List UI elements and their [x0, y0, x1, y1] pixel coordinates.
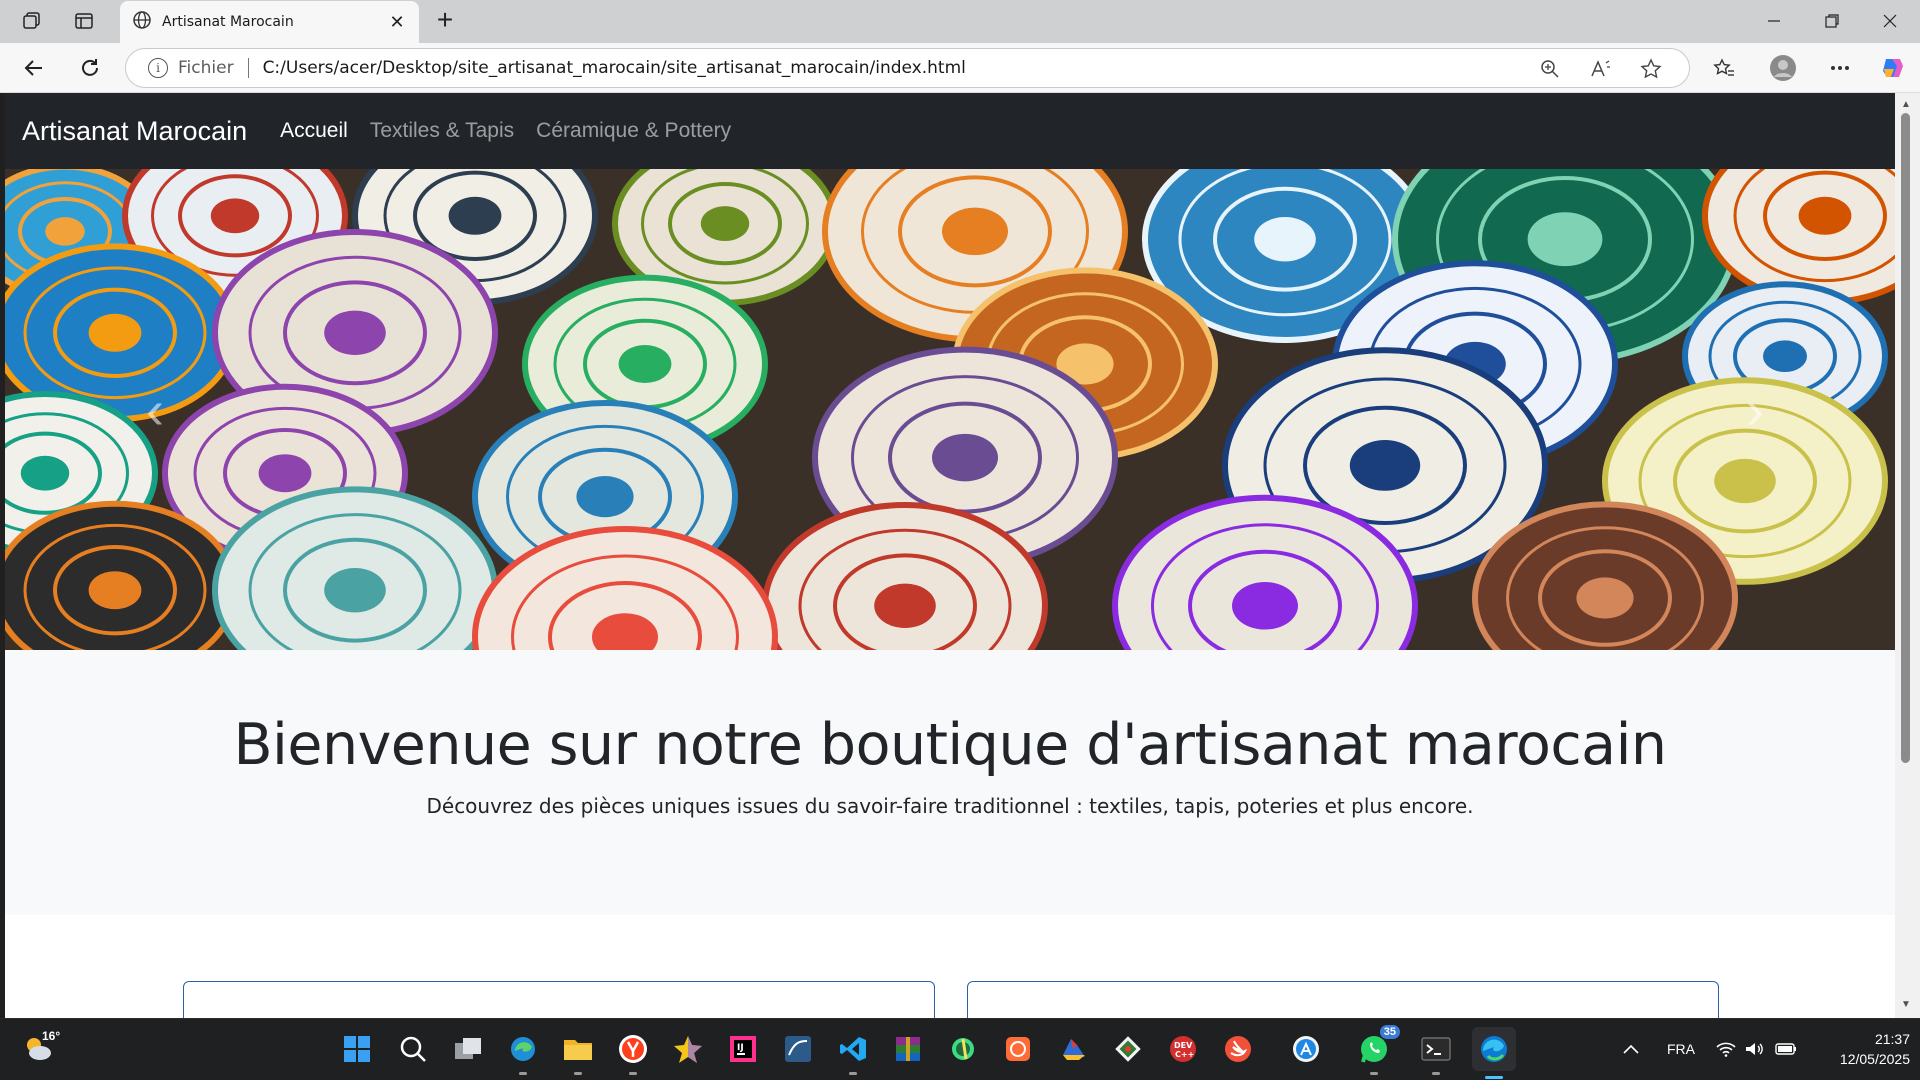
read-aloud-icon[interactable]	[1587, 57, 1615, 81]
windows-taskbar: 16° IJ DEV C++ 35 FRA 21:37 12/05/2025	[0, 1018, 1920, 1080]
minimize-icon[interactable]	[1754, 8, 1794, 34]
address-scheme: Fichier	[178, 58, 234, 78]
carousel-prev-icon: ‹	[146, 379, 164, 440]
battery-icon[interactable]	[1775, 1031, 1797, 1067]
running-indicator	[574, 1072, 582, 1075]
running-indicator	[1485, 1076, 1503, 1079]
address-bar[interactable]: i Fichier C:/Users/acer/Desktop/site_art…	[125, 48, 1690, 88]
browser-toolbar: i Fichier C:/Users/acer/Desktop/site_art…	[0, 43, 1920, 93]
running-indicator	[519, 1072, 527, 1075]
show-hidden-icons-chevron-icon[interactable]	[1623, 1031, 1639, 1067]
file-explorer-icon[interactable]	[560, 1031, 596, 1075]
running-indicator	[849, 1072, 857, 1075]
cloud-app-icon[interactable]	[1055, 1031, 1091, 1067]
intellij-icon[interactable]: IJ	[725, 1031, 761, 1067]
nav-link-ceramique[interactable]: Céramique & Pottery	[536, 119, 731, 143]
browser-tab-active[interactable]: Artisanat Marocain ✕	[120, 1, 419, 43]
vertical-tabs-icon[interactable]	[69, 8, 99, 34]
whatsapp-badge: 35	[1379, 1025, 1400, 1039]
product-card[interactable]	[967, 981, 1719, 1018]
zoom-icon[interactable]	[1536, 57, 1564, 81]
volume-icon[interactable]	[1745, 1031, 1765, 1067]
favorites-icon[interactable]	[1709, 53, 1739, 83]
weather-widget[interactable]: 16°	[22, 1029, 64, 1067]
site-info-icon[interactable]: i	[148, 58, 168, 78]
refresh-icon[interactable]	[75, 53, 105, 83]
search-icon[interactable]	[395, 1031, 431, 1067]
yandex-icon[interactable]	[615, 1031, 651, 1075]
clock-date: 12/05/2025	[1839, 1051, 1910, 1067]
favorite-star-icon[interactable]	[1637, 57, 1665, 81]
globe-icon	[132, 10, 152, 35]
close-tab-icon[interactable]: ✕	[387, 12, 407, 33]
site-navbar: Artisanat Marocain Accueil Textiles & Ta…	[5, 93, 1895, 169]
new-tab-button[interactable]: +	[430, 6, 460, 34]
language-indicator[interactable]: FRA	[1667, 1031, 1695, 1067]
workspaces-icon[interactable]	[17, 8, 47, 34]
postman-icon[interactable]	[1000, 1031, 1036, 1067]
terminal-icon[interactable]	[1418, 1031, 1454, 1075]
app-store-icon[interactable]	[1288, 1031, 1324, 1067]
close-window-icon[interactable]	[1870, 8, 1910, 34]
weather-temp: 16°	[42, 1029, 61, 1043]
system-clock[interactable]: 21:37 12/05/2025	[1812, 1029, 1910, 1069]
svg-text:IJ: IJ	[737, 1043, 744, 1053]
whatsapp-icon[interactable]: 35	[1356, 1025, 1400, 1075]
welcome-title: Bienvenue sur notre boutique d'artisanat…	[233, 712, 1667, 778]
vscode-icon[interactable]	[835, 1031, 871, 1075]
hero-carousel-image: ‹ ›	[5, 169, 1895, 650]
mysql-workbench-icon[interactable]	[780, 1031, 816, 1067]
ceramic-plates-image	[5, 169, 1895, 650]
scroll-down-icon[interactable]: ▼	[1901, 999, 1911, 1010]
running-indicator	[1370, 1072, 1378, 1075]
carousel-next-button[interactable]: ›	[1695, 169, 1815, 650]
address-url[interactable]: C:/Users/acer/Desktop/site_artisanat_mar…	[263, 58, 966, 78]
svg-text:DEV: DEV	[1174, 1041, 1193, 1050]
swift-icon[interactable]	[1220, 1031, 1256, 1067]
address-separator	[247, 58, 249, 78]
clock-time: 21:37	[1874, 1031, 1910, 1047]
start-icon[interactable]	[339, 1031, 375, 1067]
edge-icon[interactable]	[1472, 1027, 1516, 1079]
carousel-next-icon: ›	[1746, 379, 1764, 440]
product-card[interactable]	[183, 981, 935, 1018]
running-indicator	[1432, 1072, 1440, 1075]
git-icon[interactable]	[1110, 1031, 1146, 1067]
carousel-prev-button[interactable]: ‹	[95, 169, 215, 650]
page-scrollbar[interactable]: ▲ ▼	[1895, 93, 1920, 1018]
wifi-icon[interactable]	[1716, 1031, 1736, 1067]
nav-link-textiles[interactable]: Textiles & Tapis	[370, 119, 514, 143]
winrar-icon[interactable]	[890, 1031, 926, 1067]
tab-title: Artisanat Marocain	[162, 14, 294, 30]
restore-icon[interactable]	[1812, 8, 1852, 34]
edge-beta-icon[interactable]	[505, 1031, 541, 1075]
svg-text:C++: C++	[1175, 1050, 1194, 1059]
site-brand[interactable]: Artisanat Marocain	[22, 116, 247, 147]
devcpp-icon[interactable]: DEV C++	[1165, 1031, 1201, 1067]
android-studio-icon[interactable]	[945, 1031, 981, 1067]
copilot-icon[interactable]	[1878, 53, 1908, 83]
scrollbar-thumb[interactable]	[1901, 113, 1910, 763]
scroll-up-icon[interactable]: ▲	[1901, 99, 1911, 110]
star-app-icon[interactable]	[670, 1031, 706, 1067]
profile-avatar-icon[interactable]	[1768, 53, 1798, 83]
welcome-section: Bienvenue sur notre boutique d'artisanat…	[5, 650, 1895, 915]
nav-link-accueil[interactable]: Accueil	[280, 119, 348, 143]
task-view-icon[interactable]	[450, 1031, 486, 1067]
browser-tab-bar: Artisanat Marocain ✕ +	[0, 0, 1920, 43]
running-indicator	[629, 1072, 637, 1075]
welcome-subtitle: Découvrez des pièces uniques issues du s…	[426, 794, 1474, 818]
back-icon[interactable]	[19, 53, 49, 83]
page-viewport: Artisanat Marocain Accueil Textiles & Ta…	[5, 93, 1895, 1018]
more-options-icon[interactable]	[1825, 53, 1855, 83]
